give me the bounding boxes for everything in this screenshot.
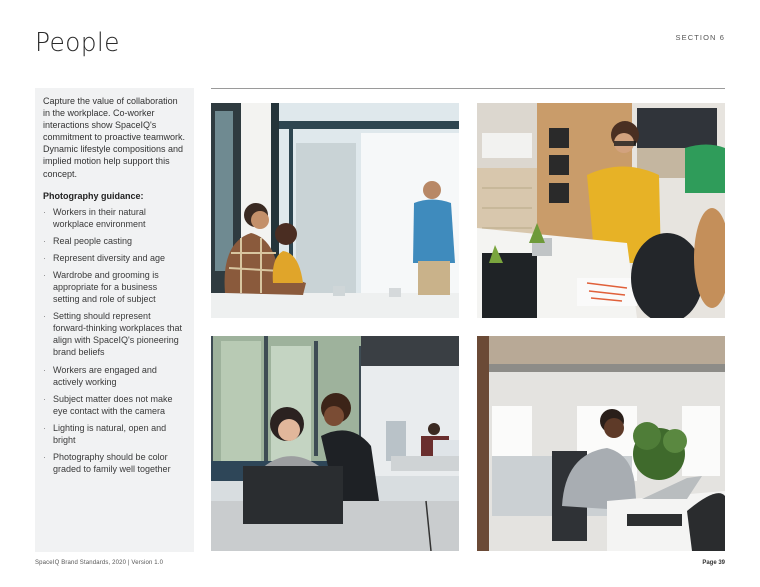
guidance-item: · Lighting is natural, open and bright <box>43 422 167 445</box>
header-divider <box>211 88 725 89</box>
bullet-icon: · <box>43 422 46 433</box>
guidance-item: · Workers in their natural workplace envi… <box>43 206 146 229</box>
guidance-list: · Workers in their natural workplace envi… <box>43 206 186 476</box>
page-title: People <box>35 27 120 58</box>
section-label: SECTION 6 <box>675 33 725 42</box>
guidance-item: · Wardrobe and grooming is appropriate fo… <box>43 270 159 305</box>
woman-at-desk-photo <box>477 336 725 551</box>
guidance-item: · Represent diversity and age <box>43 253 166 264</box>
guidance-panel: Capture the value of collaboration in th… <box>35 88 194 552</box>
intro-text: Capture the value of collaboration in th… <box>43 96 186 179</box>
bullet-icon: · <box>43 364 46 375</box>
bullet-icon: · <box>43 253 46 264</box>
footer-document-info: SpaceIQ Brand Standards, 2020 | Version … <box>35 560 164 566</box>
page-number: Page 39 <box>702 560 725 566</box>
guidance-item: · Workers are engaged and actively workin… <box>43 364 157 387</box>
bullet-icon: · <box>43 452 46 463</box>
guidance-item: · Photography should be color graded to f… <box>43 452 171 475</box>
bullet-icon: · <box>43 270 46 281</box>
guidance-item: · Subject matter does not make eye contac… <box>43 393 173 416</box>
meeting-presentation-photo <box>211 103 459 318</box>
bullet-icon: · <box>43 393 46 404</box>
two-women-laptop-photo <box>211 336 459 551</box>
guidance-item: · Real people casting <box>43 235 133 246</box>
guidance-heading: Photography guidance: <box>43 190 144 201</box>
bullet-icon: · <box>43 206 46 217</box>
guidance-item: · Setting should represent forward-thinki… <box>43 311 183 358</box>
bullet-icon: · <box>43 235 46 246</box>
woman-yellow-sweater-photo <box>477 103 725 318</box>
bullet-icon: · <box>43 311 46 322</box>
